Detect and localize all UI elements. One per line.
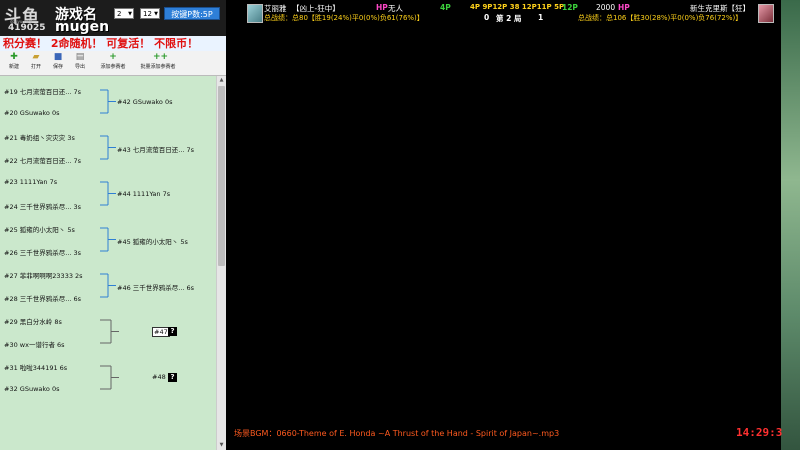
background-edge: [781, 0, 800, 450]
player2-record: 总战绩：总106【胜30(28%)平0(0%)负76(72%)】: [578, 14, 743, 22]
player1-record: 总战绩：总80【胜19(24%)平0(0%)负61(76%)】: [264, 14, 424, 22]
bracket-entry[interactable]: #25 狐雍的小太阳丶 5s: [4, 224, 75, 234]
add-user-icon: +: [109, 52, 117, 62]
count-select[interactable]: 12 ▼: [140, 8, 160, 19]
bracket-view: #19 七月流萤百日还... 7s #20 GSuwako 0s #21 毒奶组丶灾…: [0, 76, 216, 450]
chevron-down-icon: ▼: [128, 11, 132, 17]
round-number: 第 2 局: [496, 14, 522, 23]
bracket-entry[interactable]: #43 七月流萤百日还... 7s: [117, 144, 194, 154]
export-icon: ▤: [75, 52, 85, 62]
player1-hp-label: HP: [376, 3, 388, 12]
add-player-button[interactable]: + 添加参赛者: [98, 52, 128, 70]
bracket-entry[interactable]: #31 啦啦344191 6s: [4, 362, 67, 372]
clock: 14:29:3: [736, 426, 783, 439]
bgm-now-playing: 场景BGM：0660-Theme of E. Honda ~A Thrust o…: [234, 429, 560, 438]
round-select-value: 2: [117, 10, 122, 18]
scroll-thumb[interactable]: [218, 86, 225, 266]
bracket-entry[interactable]: #30 wx一谱行者 6s: [4, 339, 65, 349]
bracket-entry[interactable]: #24 三千世界鸦杀尽... 3s: [4, 201, 81, 211]
room-id: 419025: [8, 23, 46, 33]
count-select-value: 12: [143, 10, 152, 18]
question-mark-icon: ?: [168, 372, 177, 382]
bracket-entry[interactable]: #27 菲菲啊啊啊23333 2s: [4, 270, 83, 280]
player2-rounds: 1: [538, 13, 544, 22]
add-player-button-label: 添加参赛者: [100, 64, 126, 70]
bracket-entry[interactable]: #23 1111Yan 7s: [4, 178, 57, 186]
new-button[interactable]: ✚ 新建: [6, 52, 22, 70]
rules-banner: 积分赛！ 2命随机！ 可复活！ 不限币！: [0, 36, 226, 51]
bracket-entry[interactable]: #32 GSuwako 0s: [4, 385, 59, 393]
bracket-entry[interactable]: #29 黑白分水岭 8s: [4, 316, 62, 326]
stream-overlay-header: 斗鱼 douyu.com 419025 游戏名 mugen 2 ▼ 12 ▼ 按…: [0, 0, 226, 36]
player2-hp-label: HP: [618, 3, 630, 12]
player2-power: 12P: [562, 3, 578, 12]
bracket-entry[interactable]: #21 毒奶组丶灾灾灾 3s: [4, 132, 75, 142]
player1-avatar: [247, 4, 263, 23]
scroll-down-icon[interactable]: ▼: [217, 441, 226, 450]
player1-rounds: 0: [484, 13, 490, 22]
bracket-entry[interactable]: #46 三千世界鸦杀尽... 6s: [117, 282, 194, 292]
open-button[interactable]: ▰ 打开: [28, 52, 44, 70]
floppy-disk-icon: ■: [53, 52, 63, 62]
save-button[interactable]: ■ 保存: [49, 52, 67, 70]
player2-avatar: [758, 4, 774, 23]
bracket-entry[interactable]: #42 GSuwako 0s: [117, 98, 172, 106]
mugen-label: mugen: [55, 19, 110, 35]
bracket-entry[interactable]: #19 七月流萤百日还... 7s: [4, 86, 81, 96]
toolbar: ✚ 新建 ▰ 打开 ■ 保存 ▤ 导出 + 添加参赛者 ++ 批量添加参赛者: [0, 51, 226, 76]
player1-power: 4P: [440, 3, 451, 12]
bracket-entry[interactable]: #44 1111Yan 7s: [117, 190, 170, 198]
round-select[interactable]: 2 ▼: [114, 8, 134, 19]
bracket-entry[interactable]: #20 GSuwako 0s: [4, 109, 59, 117]
open-button-label: 打开: [30, 64, 41, 70]
scroll-up-icon[interactable]: ▲: [217, 76, 226, 85]
batch-add-button-label: 批量添加参赛者: [140, 64, 176, 70]
add-users-icon: ++: [153, 52, 169, 62]
export-button[interactable]: ▤ 导出: [71, 52, 89, 70]
key-mode-button[interactable]: 按键P数:5P: [164, 7, 220, 20]
chevron-down-icon: ▼: [154, 11, 158, 17]
bracket-entry[interactable]: #22 七月流萤百日还... 7s: [4, 155, 81, 165]
folder-icon: ▰: [32, 52, 40, 62]
bracket-scrollbar[interactable]: ▲ ▼: [216, 76, 226, 450]
fight-hud: 艾丽雅 【凶上-狂中】 HP 无人 4P 总战绩：总80【胜19(24%)平0(…: [244, 2, 780, 24]
bracket-entry[interactable]: #45 狐雍的小太阳丶 5s: [117, 236, 188, 246]
player2-hp-value: 2000: [596, 3, 616, 12]
batch-add-button[interactable]: ++ 批量添加参赛者: [136, 52, 180, 70]
power-indicators: 4P 9P12P 38 12P11P 5P: [470, 3, 565, 11]
plus-icon: ✚: [10, 52, 18, 62]
question-mark-icon: ?: [168, 326, 177, 336]
new-button-label: 新建: [8, 64, 19, 70]
pending-match-seed[interactable]: #48: [152, 373, 166, 381]
export-button-label: 导出: [74, 64, 85, 70]
game-screen: [226, 24, 800, 450]
bracket-entry[interactable]: #26 三千世界鸦杀尽... 3s: [4, 247, 81, 257]
save-button-label: 保存: [52, 64, 63, 70]
bracket-entry[interactable]: #28 三千世界鸦杀尽... 6s: [4, 293, 81, 303]
tournament-panel: 斗鱼 douyu.com 419025 游戏名 mugen 2 ▼ 12 ▼ 按…: [0, 0, 226, 450]
